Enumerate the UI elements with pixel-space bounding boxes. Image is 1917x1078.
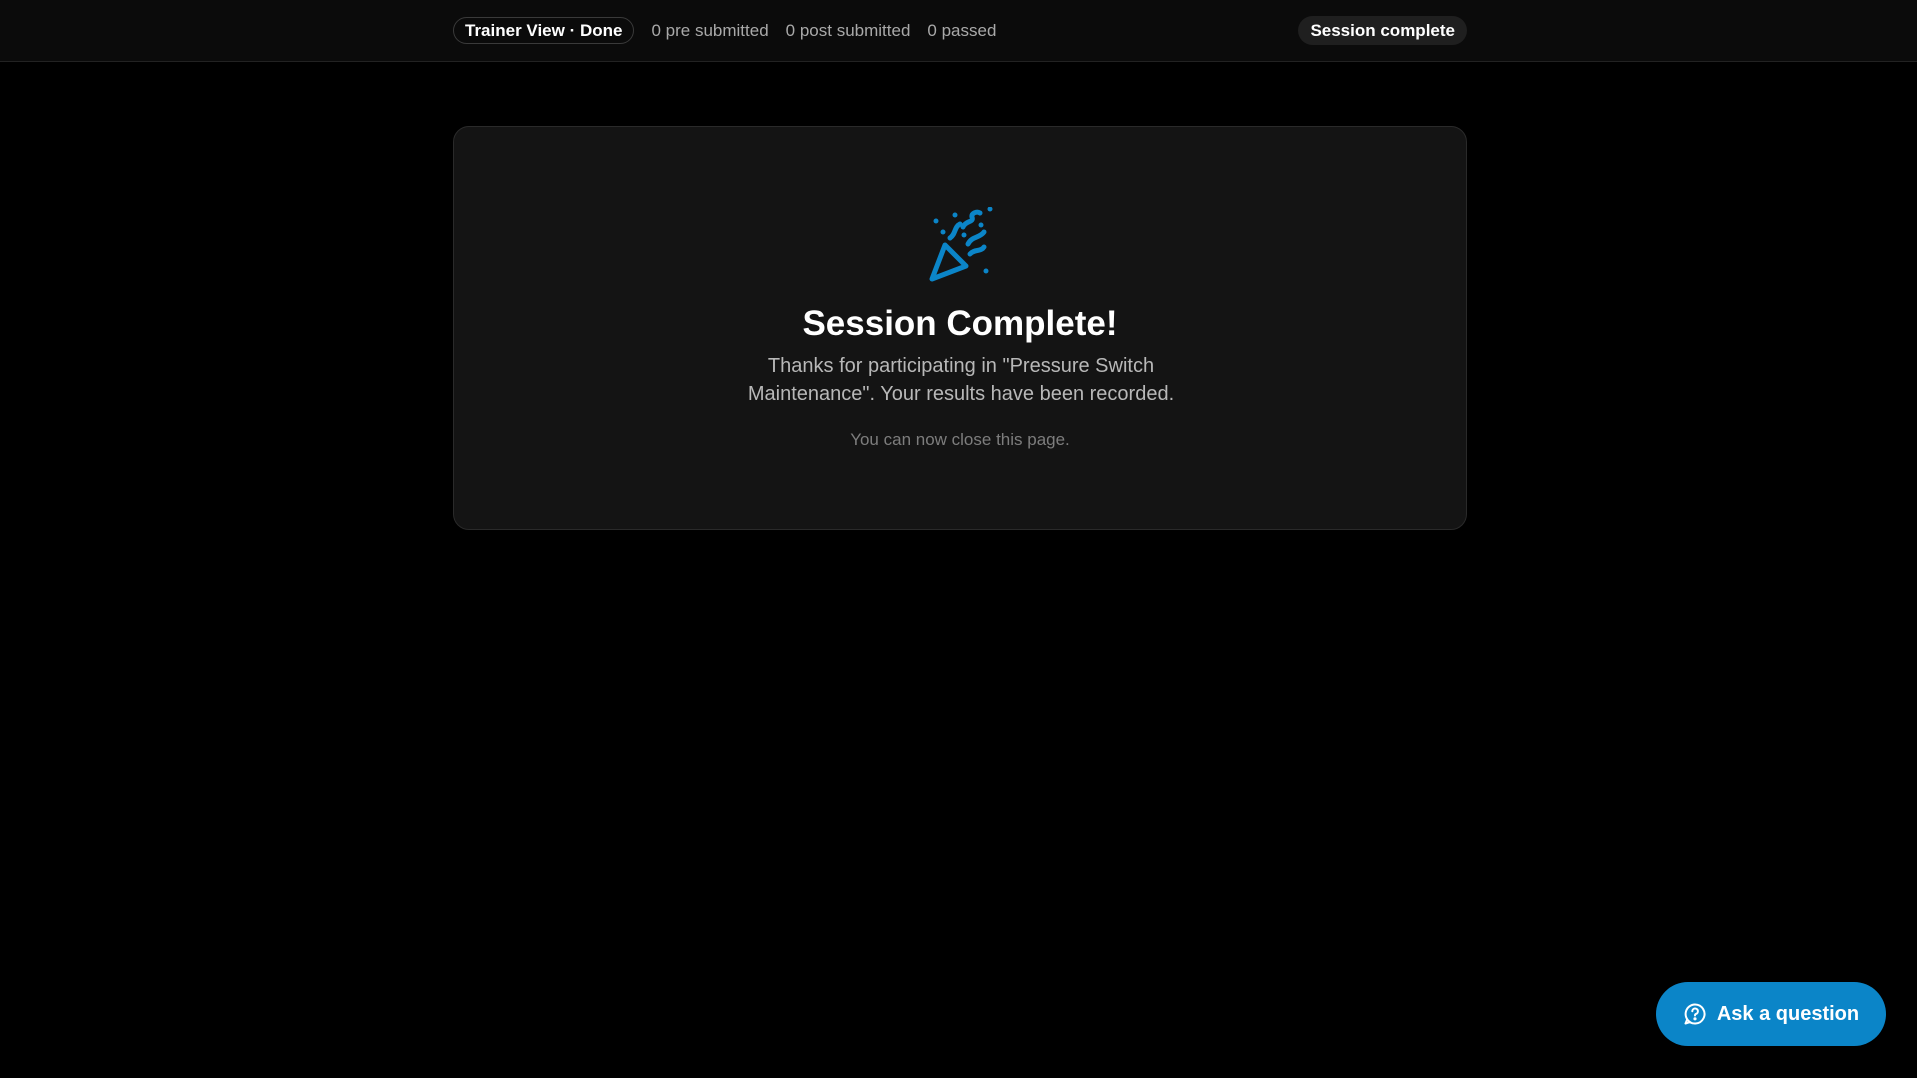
close-page-note: You can now close this page.: [850, 430, 1070, 449]
top-bar: Trainer View · Done 0 pre submitted 0 po…: [0, 0, 1917, 62]
completion-message: Thanks for participating in "Pressure Sw…: [747, 355, 1175, 405]
post-submitted-count: 0 post submitted: [785, 20, 911, 40]
pre-submitted-count: 0 pre submitted: [651, 20, 769, 40]
mode-badge: Trainer View · Done: [453, 17, 635, 44]
passed-count: 0 passed: [927, 20, 997, 40]
completion-card: Session Complete! Thanks for participati…: [453, 126, 1467, 530]
ask-question-label: Ask a question: [1716, 1002, 1860, 1025]
party-popper-icon: [929, 207, 993, 282]
status-badge: Session complete: [1298, 16, 1467, 45]
top-bar-content: Trainer View · Done 0 pre submitted 0 po…: [453, 0, 1467, 61]
help-circle-icon: [1684, 1003, 1706, 1025]
ask-question-button[interactable]: Ask a question: [1656, 982, 1886, 1046]
completion-title: Session Complete!: [802, 304, 1118, 343]
